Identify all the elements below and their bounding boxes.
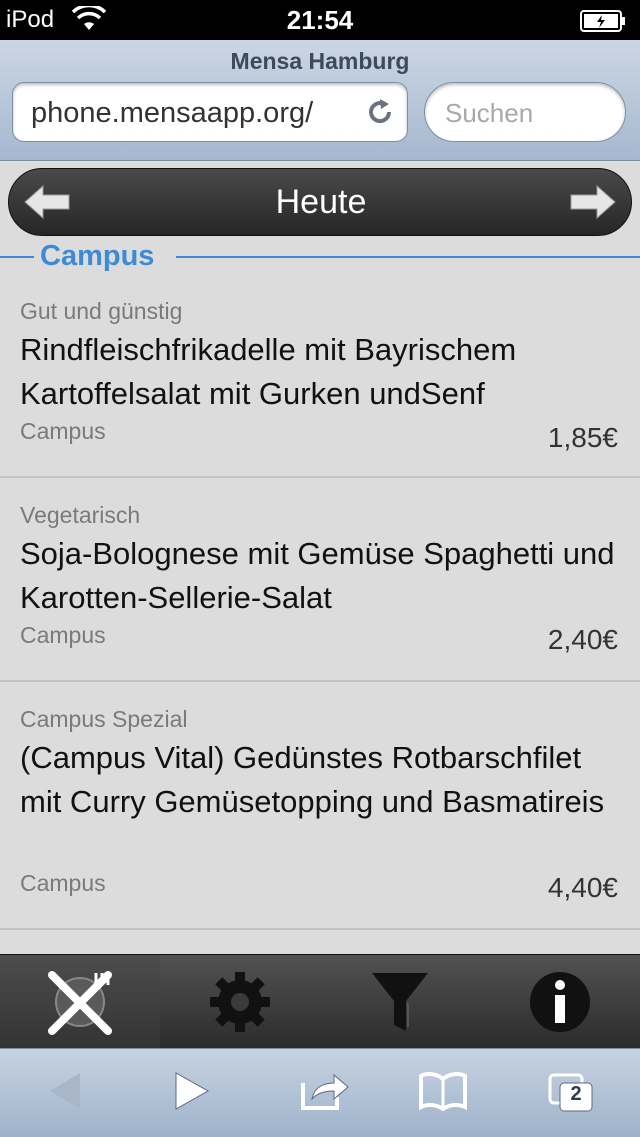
menu-item[interactable]: Vegetarisch Soja-Bolognese mit Gemüse Sp…	[0, 478, 640, 682]
search-field[interactable]: Suchen	[424, 82, 626, 142]
gear-icon	[210, 972, 270, 1032]
menu-item-category: Vegetarisch	[20, 502, 141, 528]
section-divider	[0, 256, 34, 258]
menu-item-dish: Soja-Bolognese mit Gemüse Spaghetti und …	[20, 536, 615, 615]
tab-settings[interactable]	[160, 955, 320, 1049]
search-placeholder: Suchen	[445, 98, 534, 128]
menu-item-location: Campus	[20, 622, 106, 648]
tab-count: 2	[570, 1083, 582, 1105]
browser-toolbar: 2	[0, 1048, 640, 1137]
share-icon[interactable]	[300, 1071, 350, 1116]
info-icon	[530, 972, 590, 1032]
browser-top-bar: Mensa Hamburg phone.mensaapp.org/ Suchen	[0, 40, 640, 161]
menu-item-category: Campus Spezial	[20, 706, 188, 732]
menu-item-price: 4,40€	[547, 872, 618, 903]
menu-item[interactable]: Gut und günstig Rindfleischfrikadelle mi…	[0, 284, 640, 478]
page-title: Mensa Hamburg	[230, 48, 410, 74]
back-arrow-icon[interactable]	[46, 1071, 82, 1116]
tab-menu[interactable]	[0, 955, 160, 1049]
tabs-icon[interactable]: 2	[548, 1073, 594, 1118]
tab-filter[interactable]	[320, 955, 480, 1049]
bookmarks-icon[interactable]	[418, 1071, 468, 1116]
nav-title: Heute	[275, 183, 367, 221]
status-time: 21:54	[286, 5, 354, 35]
battery-icon	[580, 10, 626, 37]
url-text: phone.mensaapp.org/	[31, 97, 314, 129]
status-bar: iPod 21:54	[0, 0, 640, 40]
fork-knife-icon	[48, 971, 112, 1035]
menu-item-dish: (Campus Vital) Gedünstes Rotbarschfilet …	[20, 740, 605, 819]
menu-item-location: Campus	[20, 870, 106, 896]
reload-icon[interactable]	[365, 97, 395, 132]
next-day-arrow-icon[interactable]	[569, 183, 617, 226]
app-tab-bar	[0, 954, 640, 1049]
menu-item-dish: Rindfleischfrikadelle mit Bayrischem Kar…	[20, 332, 517, 411]
menu-item-price: 1,85€	[547, 422, 618, 453]
menu-item-location: Campus	[20, 418, 106, 444]
section-divider	[176, 256, 640, 258]
menu-list: Gut und günstig Rindfleischfrikadelle mi…	[0, 284, 640, 930]
url-field[interactable]: phone.mensaapp.org/	[12, 82, 408, 142]
forward-arrow-icon[interactable]	[174, 1071, 210, 1116]
day-navigation: Heute	[8, 168, 632, 236]
section-title: Campus	[40, 240, 155, 272]
menu-item[interactable]: Campus Spezial (Campus Vital) Gedünstes …	[0, 682, 640, 930]
menu-item-price: 2,40€	[547, 624, 618, 655]
section-header: Campus	[0, 240, 640, 276]
filter-icon	[372, 973, 428, 1031]
menu-item-category: Gut und günstig	[20, 298, 183, 324]
tab-info[interactable]	[480, 955, 640, 1049]
